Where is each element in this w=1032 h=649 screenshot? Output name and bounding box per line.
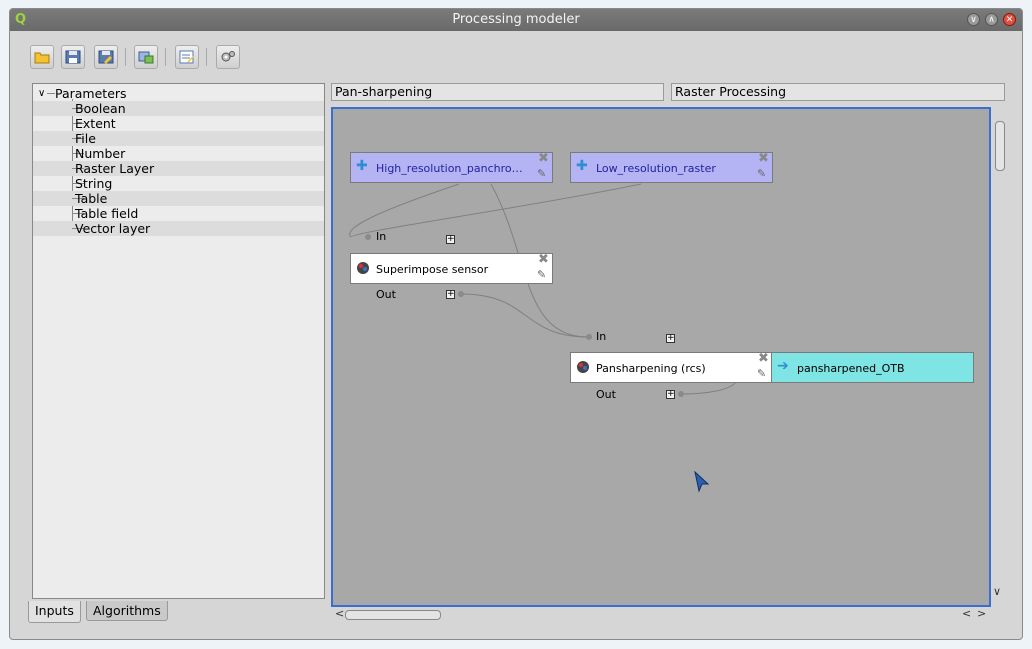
scroll-down-arrow-icon[interactable]: ∨ xyxy=(993,585,1001,598)
mouse-cursor-icon xyxy=(694,471,710,493)
tree-item-table-field[interactable]: Table field xyxy=(33,206,324,221)
vertical-scroll-thumb[interactable] xyxy=(995,121,1005,171)
export-image-icon xyxy=(138,51,154,64)
plus-icon: ✚ xyxy=(356,158,368,174)
model-group-field[interactable]: Raster Processing xyxy=(671,83,1005,101)
window-title: Processing modeler xyxy=(452,12,580,27)
floppy-edit-icon xyxy=(98,50,114,64)
delete-node-icon[interactable]: ✖ xyxy=(758,353,770,365)
close-button[interactable]: ✕ xyxy=(1003,13,1016,26)
delete-node-icon[interactable]: ✖ xyxy=(538,254,550,266)
tree-item-raster-layer[interactable]: Raster Layer xyxy=(33,161,324,176)
parameter-node-low-resolution[interactable]: ✚ Low_resolution_raster ✖ ✎ xyxy=(570,152,773,183)
horizontal-scroll-thumb[interactable] xyxy=(345,610,441,620)
delete-node-icon[interactable]: ✖ xyxy=(758,153,770,165)
tree-item-file[interactable]: File xyxy=(33,131,324,146)
inputs-tree-panel: ∨ Parameters Boolean Extent File Number … xyxy=(32,83,325,599)
otb-icon xyxy=(577,361,589,373)
output-node-pansharpened[interactable]: ➔ pansharpened_OTB xyxy=(771,352,974,383)
algorithm-node-superimpose[interactable]: Superimpose sensor ✖ ✎ xyxy=(350,253,553,284)
otb-icon xyxy=(357,262,369,274)
tree-connector xyxy=(47,93,55,94)
model-name-field[interactable]: Pan-sharpening xyxy=(331,83,664,101)
plus-icon: ✚ xyxy=(576,158,588,174)
scroll-left-arrow-icon[interactable]: < xyxy=(335,607,344,620)
algorithm-node-pansharpening[interactable]: Pansharpening (rcs) ✖ ✎ xyxy=(570,352,773,383)
tab-algorithms[interactable]: Algorithms xyxy=(86,601,168,621)
horizontal-scrollbar[interactable] xyxy=(343,609,959,621)
scroll-left-arrow-icon[interactable]: < xyxy=(962,607,971,620)
chevron-down-icon[interactable]: ∨ xyxy=(38,86,45,101)
export-image-button[interactable] xyxy=(134,45,158,69)
vertical-scrollbar[interactable] xyxy=(994,119,1006,603)
toolbar-separator xyxy=(125,48,126,66)
folder-open-icon xyxy=(34,52,50,64)
minimize-button[interactable]: ∨ xyxy=(967,13,980,26)
title-bar: Q Processing modeler ∨ ∧ ✕ xyxy=(10,9,1022,31)
arrow-right-icon: ➔ xyxy=(777,358,789,374)
save-as-button[interactable] xyxy=(94,45,118,69)
maximize-button[interactable]: ∧ xyxy=(985,13,998,26)
expand-outputs-button[interactable]: + xyxy=(666,390,675,399)
edit-help-icon xyxy=(179,50,194,64)
tree-item-boolean[interactable]: Boolean xyxy=(33,101,324,116)
toolbar-separator xyxy=(206,48,207,66)
save-model-button[interactable] xyxy=(61,45,85,69)
edit-node-icon[interactable]: ✎ xyxy=(537,269,549,281)
parameter-node-high-resolution[interactable]: ✚ High_resolution_panchro… ✖ ✎ xyxy=(350,152,553,183)
expand-inputs-button[interactable]: + xyxy=(666,334,675,343)
tree-item-number[interactable]: Number xyxy=(33,146,324,161)
expand-inputs-button[interactable]: + xyxy=(446,235,455,244)
edit-node-icon[interactable]: ✎ xyxy=(537,168,549,180)
edit-node-icon[interactable]: ✎ xyxy=(757,368,769,380)
tree-item-extent[interactable]: Extent xyxy=(33,116,324,131)
tree-root-parameters[interactable]: ∨ Parameters xyxy=(33,86,324,101)
edit-node-icon[interactable]: ✎ xyxy=(757,168,769,180)
tree-item-table[interactable]: Table xyxy=(33,191,324,206)
delete-node-icon[interactable]: ✖ xyxy=(538,153,550,165)
tree-item-string[interactable]: String xyxy=(33,176,324,191)
floppy-icon xyxy=(65,50,81,64)
pansharpening-out-label: Out xyxy=(596,388,616,401)
gears-icon xyxy=(221,51,235,62)
tree-item-vector-layer[interactable]: Vector layer xyxy=(33,221,324,236)
run-model-button[interactable] xyxy=(216,45,240,69)
expand-outputs-button[interactable]: + xyxy=(446,290,455,299)
superimpose-in-label: In xyxy=(376,230,387,243)
toolbar-separator xyxy=(165,48,166,66)
open-model-button[interactable] xyxy=(30,45,54,69)
pansharpening-in-label: In xyxy=(596,330,607,343)
tree-root-label: Parameters xyxy=(55,86,127,101)
scroll-right-arrow-icon[interactable]: > xyxy=(977,607,986,620)
tab-inputs[interactable]: Inputs xyxy=(28,601,81,623)
edit-help-button[interactable] xyxy=(175,45,199,69)
superimpose-out-label: Out xyxy=(376,288,396,301)
modeler-window: Q Processing modeler ∨ ∧ ✕ ∨ Parameters … xyxy=(9,8,1023,640)
